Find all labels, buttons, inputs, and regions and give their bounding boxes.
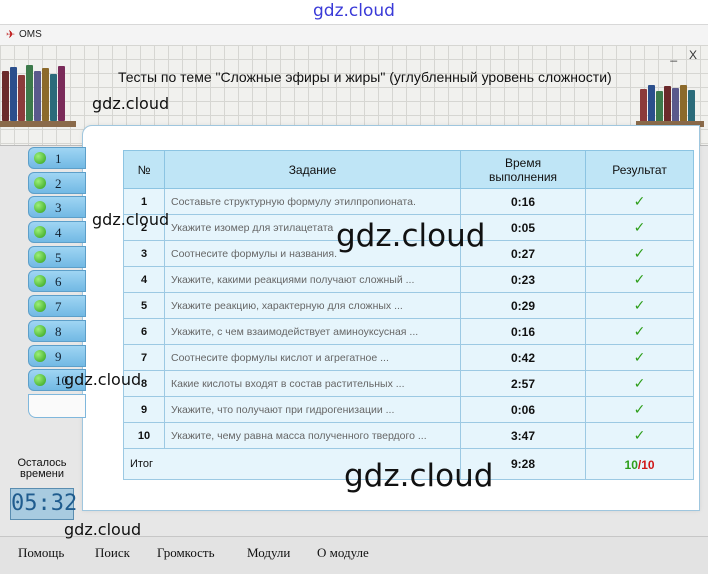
watermark-top: gdz.cloud bbox=[313, 1, 395, 21]
status-dot-icon bbox=[34, 201, 46, 214]
question-nav-item-6[interactable]: 6 bbox=[28, 270, 86, 293]
status-dot-icon bbox=[34, 176, 46, 189]
total-score: 10/10 bbox=[585, 448, 695, 480]
watermark: gdz.cloud bbox=[92, 94, 170, 113]
table-row[interactable]: 6 Укажите, с чем взаимодействует аминоукс… bbox=[123, 318, 695, 345]
row-time: 0:42 bbox=[459, 344, 587, 371]
row-task: Укажите, какими реакциями получают сложн… bbox=[164, 266, 461, 293]
question-nav-item-2[interactable]: 2 bbox=[28, 171, 86, 194]
row-task: Составьте структурную формулу этилпропио… bbox=[164, 188, 461, 215]
question-nav-footer bbox=[28, 393, 86, 418]
watermark: gdz.cloud bbox=[344, 458, 494, 494]
row-time: 0:29 bbox=[459, 292, 587, 319]
check-icon: ✓ bbox=[585, 292, 695, 319]
status-dot-icon bbox=[34, 250, 46, 263]
question-nav-item-5[interactable]: 5 bbox=[28, 245, 86, 268]
question-nav-item-9[interactable]: 9 bbox=[28, 344, 86, 367]
bookshelf-right-icon bbox=[640, 83, 708, 123]
header-num: № bbox=[123, 150, 165, 189]
row-task: Укажите, что получают при гидрогенизации… bbox=[164, 396, 461, 423]
table-row[interactable]: 1 Составьте структурную формулу этилпропи… bbox=[123, 188, 695, 215]
app-name: OMS bbox=[19, 29, 42, 40]
table-header-row: № Задание Время выполнения Результат bbox=[123, 150, 695, 189]
results-table: № Задание Время выполнения Результат 1 Со… bbox=[123, 150, 695, 480]
row-time: 0:16 bbox=[459, 188, 587, 215]
row-num: 4 bbox=[123, 266, 165, 293]
row-task: Укажите реакцию, характерную для сложных… bbox=[164, 292, 461, 319]
timer-label: Осталось времени bbox=[17, 457, 67, 480]
status-dot-icon bbox=[34, 300, 46, 313]
page-title: Тесты по теме "Сложные эфиры и жиры" (уг… bbox=[118, 69, 612, 85]
row-time: 3:47 bbox=[459, 422, 587, 449]
app-logo-icon: ✈ bbox=[6, 29, 16, 41]
row-num: 7 bbox=[123, 344, 165, 371]
row-num: 5 bbox=[123, 292, 165, 319]
table-row[interactable]: 10 Укажите, чему равна масса полученного … bbox=[123, 422, 695, 449]
menu-help[interactable]: Помощь bbox=[18, 545, 64, 561]
row-time: 2:57 bbox=[459, 370, 587, 397]
menu-volume[interactable]: Громкость bbox=[157, 545, 215, 561]
menu-about[interactable]: О модуле bbox=[317, 545, 369, 561]
row-num: 9 bbox=[123, 396, 165, 423]
menu-search[interactable]: Поиск bbox=[95, 545, 130, 561]
check-icon: ✓ bbox=[585, 344, 695, 371]
watermark: gdz.cloud bbox=[336, 218, 486, 254]
row-num: 6 bbox=[123, 318, 165, 345]
watermark: gdz.cloud bbox=[64, 370, 142, 389]
watermark: gdz.cloud bbox=[64, 520, 142, 539]
bottom-menu: Помощь Поиск Громкость Модули О модуле bbox=[0, 536, 708, 574]
row-num: 10 bbox=[123, 422, 165, 449]
check-icon: ✓ bbox=[585, 240, 695, 267]
check-icon: ✓ bbox=[585, 266, 695, 293]
timer-display: 05:32 bbox=[10, 488, 77, 520]
header-result: Результат bbox=[585, 150, 695, 189]
menu-modules[interactable]: Модули bbox=[247, 545, 290, 561]
total-count: 10 bbox=[641, 458, 655, 472]
check-icon: ✓ bbox=[585, 214, 695, 241]
title-bar: ✈ OMS bbox=[0, 24, 708, 46]
status-dot-icon bbox=[34, 226, 46, 239]
status-dot-icon bbox=[34, 374, 46, 387]
check-icon: ✓ bbox=[585, 396, 695, 423]
bookshelf-left-icon bbox=[2, 63, 72, 121]
status-dot-icon bbox=[34, 275, 46, 288]
check-icon: ✓ bbox=[585, 318, 695, 345]
row-task: Укажите, чему равна масса полученного тв… bbox=[164, 422, 461, 449]
status-dot-icon bbox=[34, 324, 46, 337]
close-button[interactable]: X bbox=[686, 48, 700, 62]
table-row[interactable]: 7 Соотнесите формулы кислот и агрегатное … bbox=[123, 344, 695, 371]
table-row[interactable]: 9 Укажите, что получают при гидрогенизаци… bbox=[123, 396, 695, 423]
status-dot-icon bbox=[34, 152, 46, 164]
window-controls: _ X bbox=[665, 48, 700, 62]
correct-count: 10 bbox=[624, 458, 638, 472]
status-dot-icon bbox=[34, 349, 46, 362]
minimize-button[interactable]: _ bbox=[667, 48, 681, 62]
row-task: Укажите, с чем взаимодействует аминоуксу… bbox=[164, 318, 461, 345]
table-row[interactable]: 8 Какие кислоты входят в состав раститель… bbox=[123, 370, 695, 397]
row-time: 0:23 bbox=[459, 266, 587, 293]
row-time: 0:06 bbox=[459, 396, 587, 423]
watermark: gdz.cloud bbox=[92, 210, 170, 229]
header-task: Задание bbox=[164, 150, 461, 189]
question-nav-item-8[interactable]: 8 bbox=[28, 319, 86, 342]
row-task: Соотнесите формулы кислот и агрегатное .… bbox=[164, 344, 461, 371]
row-num: 3 bbox=[123, 240, 165, 267]
row-time: 0:16 bbox=[459, 318, 587, 345]
table-row[interactable]: 5 Укажите реакцию, характерную для сложны… bbox=[123, 292, 695, 319]
question-nav-item-4[interactable]: 4 bbox=[28, 221, 86, 244]
check-icon: ✓ bbox=[585, 422, 695, 449]
question-nav-item-7[interactable]: 7 bbox=[28, 295, 86, 318]
row-task: Какие кислоты входят в состав растительн… bbox=[164, 370, 461, 397]
question-nav-item-1[interactable]: 1 bbox=[28, 147, 86, 169]
check-icon: ✓ bbox=[585, 370, 695, 397]
header-time: Время выполнения bbox=[459, 150, 587, 189]
shelf-left bbox=[0, 121, 76, 127]
table-row[interactable]: 4 Укажите, какими реакциями получают слож… bbox=[123, 266, 695, 293]
check-icon: ✓ bbox=[585, 188, 695, 215]
question-nav-item-3[interactable]: 3 bbox=[28, 196, 86, 219]
